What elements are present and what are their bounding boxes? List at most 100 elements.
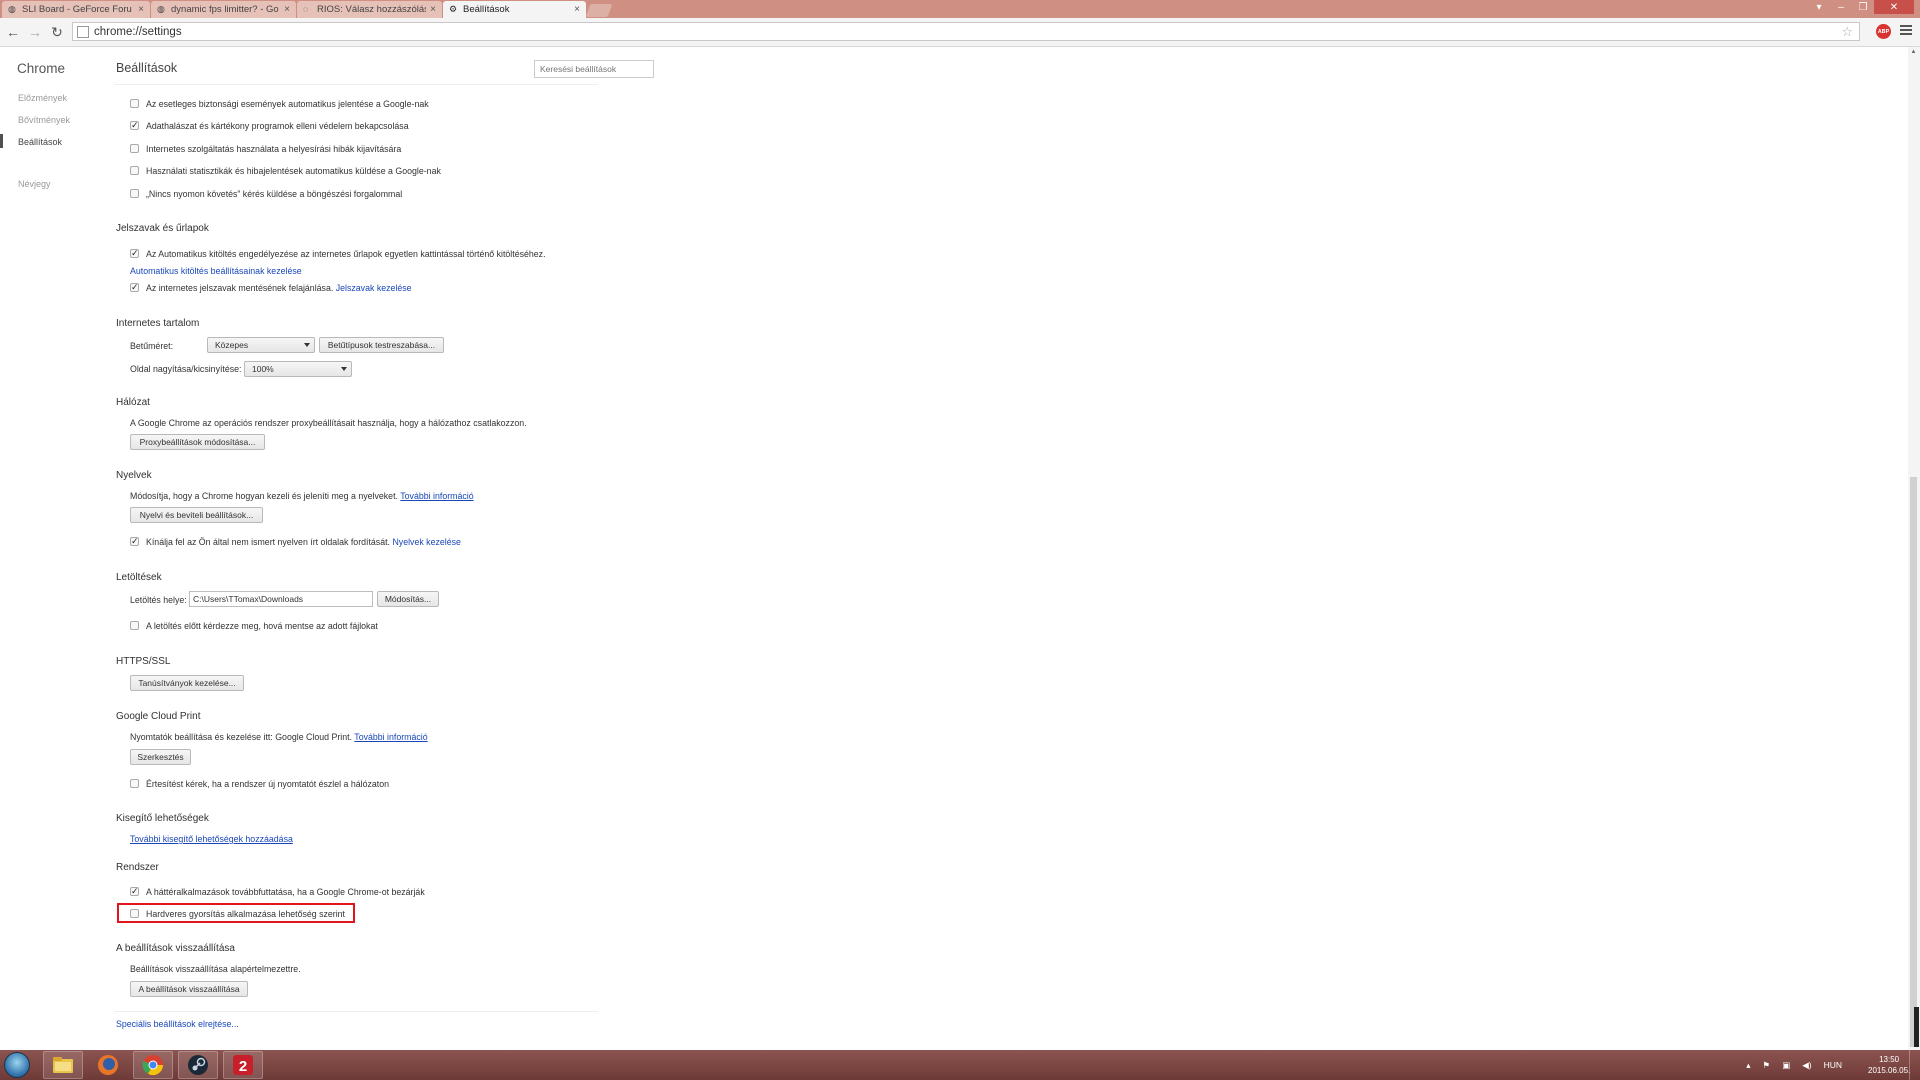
font-size-label: Betűméret: xyxy=(130,341,174,351)
languages-description-row: Módosítja, hogy a Chrome hogyan kezeli é… xyxy=(130,491,474,501)
tab-rios[interactable]: ◌ RIOS: Válasz hozzászólás × xyxy=(297,1,442,18)
checkbox-do-not-track[interactable] xyxy=(130,189,139,198)
scroll-up-icon[interactable]: ▲ xyxy=(1910,49,1917,55)
tab-label: dynamic fps limitter? - Go xyxy=(171,4,279,15)
url-text: chrome://settings xyxy=(94,25,182,38)
scrollbar[interactable]: ▲ xyxy=(1908,47,1920,1050)
checkbox-phishing-protection[interactable]: ✓ xyxy=(130,121,139,130)
new-tab-button[interactable] xyxy=(585,4,613,17)
volume-icon[interactable]: ◀) xyxy=(1802,1060,1811,1071)
section-title-passwords: Jelszavak és űrlapok xyxy=(116,223,209,234)
section-title-reset: A beállítások visszaállítása xyxy=(116,943,235,954)
scrollbar-thumb[interactable] xyxy=(1910,477,1917,1047)
tab-strip: ◍ SLI Board - GeForce Foru × ◍ dynamic f… xyxy=(0,0,1920,18)
save-passwords-row: Az internetes jelszavak mentésének felaj… xyxy=(146,283,412,293)
checkbox-label: A háttéralkalmazások továbbfuttatása, ha… xyxy=(146,887,425,897)
search-settings-input[interactable] xyxy=(534,60,654,78)
change-location-button[interactable]: Módosítás... xyxy=(377,591,439,607)
checkbox-spelling-service[interactable] xyxy=(130,144,139,153)
minimize-icon[interactable]: – xyxy=(1830,0,1852,14)
language-settings-button[interactable]: Nyelvi és beviteli beállítások... xyxy=(130,507,263,523)
download-location-field[interactable]: C:\Users\TTomax\Downloads xyxy=(189,591,373,607)
checkbox-label: Az internetes jelszavak mentésének felaj… xyxy=(146,283,334,293)
forward-arrow-icon[interactable]: → xyxy=(26,23,44,41)
checkbox-label: Értesítést kérek, ha a rendszer új nyomt… xyxy=(146,779,390,789)
show-hidden-icons-icon[interactable]: ▴ xyxy=(1746,1060,1750,1071)
forum-favicon-icon: ◍ xyxy=(8,4,16,14)
reset-description: Beállítások visszaállítása alapértelmeze… xyxy=(130,964,301,974)
checkbox-save-passwords[interactable]: ✓ xyxy=(130,283,139,292)
zoom-value: 100% xyxy=(252,364,274,374)
checkbox-ask-where-to-save[interactable] xyxy=(130,621,139,630)
download-location-label: Letöltés helye: xyxy=(130,595,187,605)
checkbox-label: Használati statisztikák és hibajelentése… xyxy=(146,166,441,176)
restore-icon[interactable]: ❐ xyxy=(1852,0,1874,14)
sidebar-item-settings[interactable]: Beállítások xyxy=(18,137,62,147)
checkbox-usage-stats[interactable] xyxy=(130,166,139,175)
language-indicator[interactable]: HUN xyxy=(1824,1060,1842,1070)
tab-settings[interactable]: ⚙ Beállítások × xyxy=(443,1,586,18)
chat-favicon-icon: ◌ xyxy=(303,4,309,14)
close-icon[interactable]: × xyxy=(430,4,436,15)
add-accessibility-features-link[interactable]: További kisegítő lehetőségek hozzáadása xyxy=(130,834,293,844)
section-title-web-content: Internetes tartalom xyxy=(116,318,200,329)
close-window-icon[interactable]: ✕ xyxy=(1874,0,1914,14)
system-tray: ▴ ⚑ ▣ ◀) HUN xyxy=(1746,1050,1880,1080)
clock-date: 2015.06.05. xyxy=(1868,1066,1911,1075)
sidebar-item-about[interactable]: Névjegy xyxy=(18,179,51,189)
checkbox-offer-translate[interactable]: ✓ xyxy=(130,537,139,546)
hide-advanced-settings-link[interactable]: Speciális beállítások elrejtése... xyxy=(116,1019,239,1029)
game-app-icon[interactable]: 2 xyxy=(223,1051,263,1079)
cloud-print-manage-button[interactable]: Szerkesztés xyxy=(130,749,191,765)
close-icon[interactable]: × xyxy=(284,4,290,15)
reset-settings-button[interactable]: A beállítások visszaállítása xyxy=(130,981,248,997)
user-icon[interactable]: ▾ xyxy=(1808,0,1830,14)
zoom-label: Oldal nagyítása/kicsinyítése: xyxy=(130,364,242,374)
checkbox-label: Az esetleges biztonsági események automa… xyxy=(146,99,429,109)
checkbox-autofill[interactable]: ✓ xyxy=(130,249,139,258)
flag-icon[interactable]: ⚑ xyxy=(1763,1060,1771,1071)
autofill-settings-link[interactable]: Automatikus kitöltés beállításainak keze… xyxy=(130,266,302,276)
close-icon[interactable]: × xyxy=(138,4,144,15)
close-icon[interactable]: × xyxy=(574,4,580,15)
show-desktop-button[interactable] xyxy=(1909,1050,1920,1080)
customize-fonts-button[interactable]: Betűtípusok testreszabása... xyxy=(319,337,444,353)
adblock-icon[interactable]: ABP xyxy=(1876,24,1891,39)
steam-icon[interactable] xyxy=(178,1051,218,1079)
manage-passwords-link[interactable]: Jelszavak kezelése xyxy=(336,283,412,293)
dropdown-arrow-icon xyxy=(341,367,347,371)
star-icon[interactable]: ☆ xyxy=(1841,24,1853,40)
address-bar[interactable]: chrome://settings ☆ xyxy=(72,22,1860,41)
sidebar-item-history[interactable]: Előzmények xyxy=(18,93,67,103)
menu-icon[interactable] xyxy=(1900,25,1912,37)
manage-certificates-button[interactable]: Tanúsítványok kezelése... xyxy=(130,675,244,691)
explorer-icon[interactable] xyxy=(43,1051,83,1079)
section-title-system: Rendszer xyxy=(116,862,159,873)
languages-more-info-link[interactable]: További információ xyxy=(400,491,473,501)
tab-sli-board[interactable]: ◍ SLI Board - GeForce Foru × xyxy=(2,1,150,18)
clock[interactable]: 13:50 2015.06.05. xyxy=(1868,1054,1910,1076)
checkbox-safe-browsing-reports[interactable] xyxy=(130,99,139,108)
clock-time: 13:50 xyxy=(1879,1055,1900,1064)
translate-row: Kínálja fel az Ön által nem ismert nyelv… xyxy=(146,537,461,547)
firefox-icon[interactable] xyxy=(88,1051,128,1079)
chrome-icon[interactable] xyxy=(133,1051,173,1079)
section-title-network: Hálózat xyxy=(116,397,150,408)
checkbox-label: A letöltés előtt kérdezze meg, hová ment… xyxy=(146,621,378,631)
font-size-select[interactable]: Közepes xyxy=(207,337,315,353)
tab-label: RIOS: Válasz hozzászólás xyxy=(317,4,427,15)
network-icon[interactable]: ▣ xyxy=(1782,1060,1790,1071)
tab-fps-limiter[interactable]: ◍ dynamic fps limitter? - Go × xyxy=(151,1,296,18)
checkbox-background-apps[interactable]: ✓ xyxy=(130,887,139,896)
windows-start-icon[interactable] xyxy=(4,1052,30,1078)
reload-icon[interactable]: ↻ xyxy=(48,23,66,41)
cloud-print-more-info-link[interactable]: További információ xyxy=(354,732,427,742)
manage-languages-link[interactable]: Nyelvek kezelése xyxy=(392,537,460,547)
sidebar-item-extensions[interactable]: Bővítmények xyxy=(18,115,70,125)
scroll-marker xyxy=(1914,1007,1919,1047)
checkbox-notify-new-printers[interactable] xyxy=(130,779,139,788)
zoom-select[interactable]: 100% xyxy=(244,361,352,377)
back-arrow-icon[interactable]: ← xyxy=(4,23,22,41)
proxy-settings-button[interactable]: Proxybeállítások módosítása... xyxy=(130,434,265,450)
section-title-https: HTTPS/SSL xyxy=(116,656,171,667)
